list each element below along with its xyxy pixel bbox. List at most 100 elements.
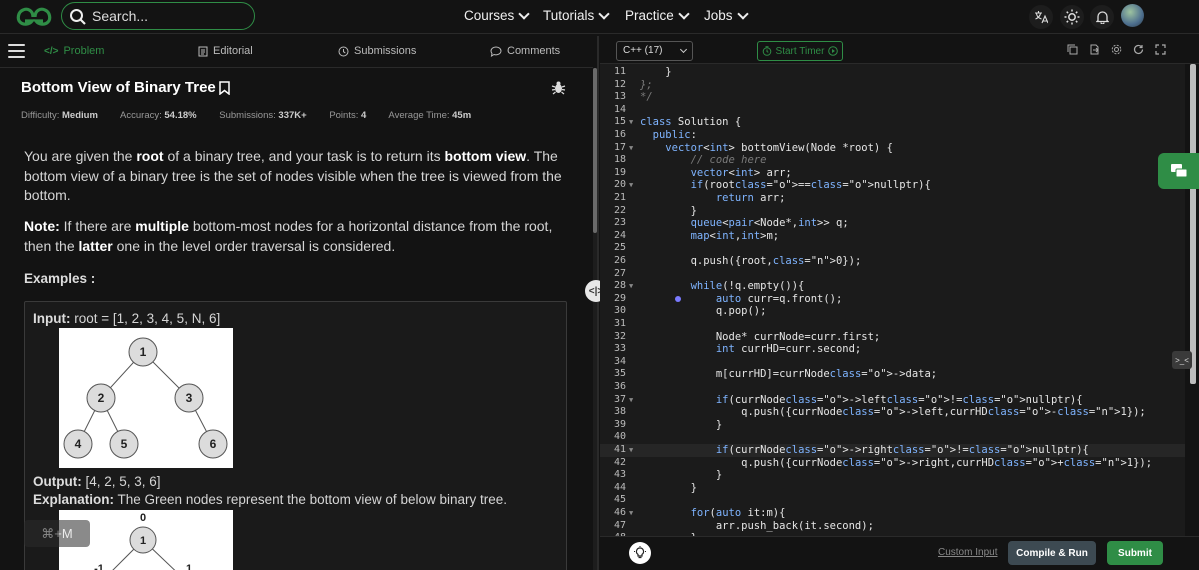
copy-icon[interactable]: [1066, 44, 1078, 56]
fold-chevron-icon[interactable]: ▼: [629, 179, 633, 192]
code-line[interactable]: 31: [600, 318, 1185, 331]
tree-node-label: 4: [75, 437, 82, 451]
compile-run-button[interactable]: Compile & Run: [1008, 541, 1096, 565]
line-number: 30: [613, 305, 626, 317]
language-select[interactable]: C++ (17): [616, 41, 693, 61]
code-line[interactable]: 16 public:: [600, 129, 1185, 142]
bug-report-icon[interactable]: [551, 80, 566, 95]
chat-icon[interactable]: [1158, 153, 1199, 189]
avatar[interactable]: [1121, 4, 1144, 27]
submissions-label: Submissions:: [219, 110, 276, 121]
code-line[interactable]: 39 }: [600, 419, 1185, 432]
tab-submissions[interactable]: Submissions: [338, 45, 416, 57]
note-bold: latter: [78, 237, 113, 254]
code-text: vector<int> arr;: [690, 166, 792, 179]
code-line[interactable]: 40: [600, 431, 1185, 444]
code-line[interactable]: 18 // code here: [600, 154, 1185, 167]
code-line[interactable]: 14: [600, 104, 1185, 117]
nav-tutorials[interactable]: Tutorials: [543, 7, 610, 23]
code-line[interactable]: 12};: [600, 79, 1185, 92]
code-line[interactable]: 34: [600, 356, 1185, 369]
code-line[interactable]: 20 ▼ if(rootclass="o">==class="o">nullptr…: [600, 179, 1185, 192]
fold-chevron-icon[interactable]: ▼: [629, 142, 633, 155]
nav-practice[interactable]: Practice: [625, 7, 690, 23]
code-line[interactable]: 26 q.push({root,class="n">0});: [600, 255, 1185, 268]
code-line[interactable]: 46 ▼ for(auto it:m){: [600, 507, 1185, 520]
lightbulb-icon[interactable]: [629, 542, 651, 564]
code-line[interactable]: 36: [600, 381, 1185, 394]
code-line[interactable]: 37 ▼ if(currNodeclass="o">->leftclass="o"…: [600, 394, 1185, 407]
start-timer-button[interactable]: Start Timer: [757, 41, 843, 61]
code-line[interactable]: 35 m[currHD]=currNodeclass="o">->data;: [600, 368, 1185, 381]
shortcut-hint[interactable]: ⌘+M: [24, 520, 90, 547]
terminal-icon[interactable]: >_<: [1172, 351, 1192, 369]
bell-icon[interactable]: [1090, 5, 1114, 29]
settings-icon[interactable]: [1110, 44, 1122, 56]
editor-scrollbar[interactable]: [1186, 64, 1199, 536]
comment-icon: [490, 46, 502, 57]
fold-chevron-icon[interactable]: ▼: [629, 507, 633, 520]
submissions-value: 337K+: [278, 110, 307, 121]
custom-input-link[interactable]: Custom Input: [938, 547, 997, 558]
problem-note: Note: If there are multiple bottom-most …: [24, 217, 570, 256]
hamburger-menu-icon[interactable]: [8, 44, 25, 58]
code-line[interactable]: 32 Node* currNode=curr.first;: [600, 331, 1185, 344]
search-placeholder: Search...: [92, 8, 149, 24]
tab-editorial[interactable]: Editorial: [198, 45, 253, 57]
code-line[interactable]: 28 ▼ while(!q.empty()){: [600, 280, 1185, 293]
explanation-value: The Green nodes represent the bottom vie…: [117, 492, 507, 507]
code-line[interactable]: 23 queue<pair<Node*,int>> q;: [600, 217, 1185, 230]
fold-chevron-icon[interactable]: ▼: [629, 280, 633, 293]
fold-chevron-icon[interactable]: ▼: [629, 394, 633, 407]
shortcut-text: ⌘+M: [41, 525, 73, 541]
code-line[interactable]: 11 }: [600, 66, 1185, 79]
code-line[interactable]: 29 auto curr=q.front();: [600, 293, 1185, 306]
tree-node-label: 3: [186, 391, 193, 405]
theme-toggle-icon[interactable]: [1060, 5, 1084, 29]
code-line[interactable]: 45: [600, 494, 1185, 507]
code-line[interactable]: 47 arr.push_back(it.second);: [600, 520, 1185, 533]
points-value: 4: [361, 110, 367, 121]
code-line[interactable]: 24 map<int,int>m;: [600, 230, 1185, 243]
code-line[interactable]: 21 return arr;: [600, 192, 1185, 205]
fold-chevron-icon[interactable]: ▼: [629, 444, 633, 457]
problem-description: You are given the root of a binary tree,…: [24, 147, 570, 206]
search-box[interactable]: Search...: [61, 2, 255, 30]
code-line[interactable]: 13 */: [600, 91, 1185, 104]
nav-jobs[interactable]: Jobs: [704, 7, 749, 23]
code-line[interactable]: 44 }: [600, 482, 1185, 495]
bookmark-icon[interactable]: [219, 80, 230, 95]
code-line[interactable]: 33 int currHD=curr.second;: [600, 343, 1185, 356]
nav-courses[interactable]: Courses: [464, 7, 530, 23]
difficulty: Difficulty: Medium: [21, 110, 98, 121]
line-number: 46: [613, 507, 626, 518]
line-number: 36: [613, 381, 626, 392]
code-line[interactable]: 30 q.pop();: [600, 305, 1185, 318]
fold-chevron-icon[interactable]: ▼: [629, 116, 633, 129]
translate-icon[interactable]: [1029, 5, 1053, 29]
tab-problem[interactable]: </> Problem: [44, 45, 104, 57]
submit-button[interactable]: Submit: [1107, 541, 1163, 565]
code-line[interactable]: 25: [600, 242, 1185, 255]
code-line[interactable]: 22 }: [600, 205, 1185, 218]
code-editor[interactable]: 11 } 12}; 13 */14 15 ▼ class Solution {16 publ…: [600, 64, 1185, 536]
pane-divider[interactable]: [597, 36, 599, 570]
code-text: }: [640, 418, 723, 431]
code-line[interactable]: 41 ▼ if(currNodeclass="o">->rightclass="o…: [600, 444, 1185, 457]
code-line[interactable]: 19 vector<int> arr;: [600, 167, 1185, 180]
tree-node-label: 1: [140, 535, 146, 547]
code-icon: </>: [44, 45, 59, 57]
code-line[interactable]: 17 ▼ vector<int> bottomView(Node *root) {: [600, 142, 1185, 155]
code-line[interactable]: 15 ▼ class Solution {: [600, 116, 1185, 129]
code-line[interactable]: 27: [600, 268, 1185, 281]
code-line[interactable]: 38 q.push({currNodeclass="o">->left,curr…: [600, 406, 1185, 419]
tab-comments[interactable]: Comments: [490, 45, 560, 57]
gfg-logo[interactable]: [14, 4, 54, 30]
reset-icon[interactable]: [1132, 44, 1144, 56]
breakpoint-dot-icon[interactable]: [675, 295, 681, 302]
fullscreen-icon[interactable]: [1154, 44, 1166, 56]
code-line[interactable]: 43 }: [600, 469, 1185, 482]
code-line[interactable]: 42 q.push({currNodeclass="o">->right,cur…: [600, 457, 1185, 470]
line-number: 28: [613, 280, 626, 292]
export-icon[interactable]: [1088, 44, 1100, 56]
